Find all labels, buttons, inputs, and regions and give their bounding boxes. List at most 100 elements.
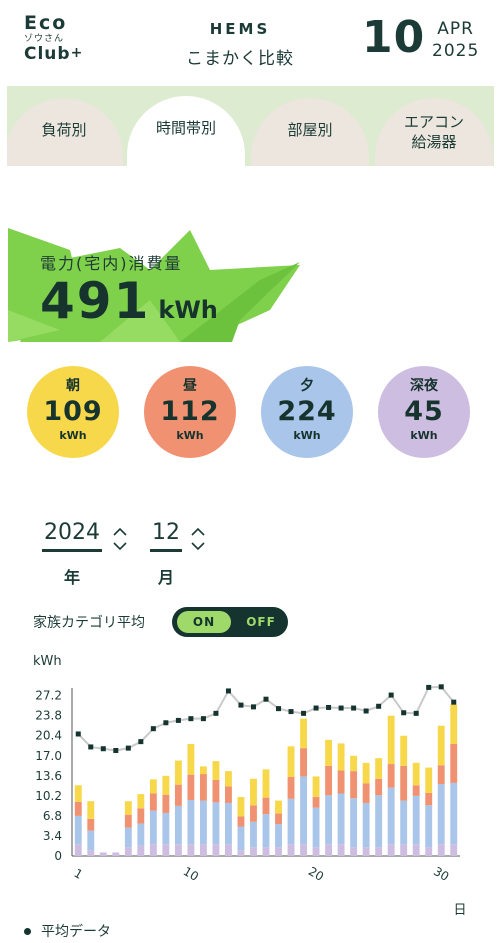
average-point — [113, 747, 119, 753]
average-point — [338, 705, 344, 711]
month-label: 月 — [157, 568, 174, 587]
bar-segment — [325, 844, 333, 856]
x-tick-label: 30 — [431, 864, 451, 884]
ecozousan-club-logo[interactable]: Eco ゾウさん Club+ — [24, 14, 83, 63]
bar-segment — [362, 802, 370, 848]
toggle-on-option[interactable]: ON — [177, 611, 231, 633]
bar-segment — [362, 783, 370, 803]
bar-segment — [137, 845, 145, 856]
average-point — [351, 705, 357, 711]
period-value: 109 — [43, 396, 103, 427]
tab-aircon-label: エアコン 給湯器 — [403, 113, 464, 151]
bar-segment — [174, 805, 182, 845]
bar-segment — [137, 808, 145, 824]
tab-load-label: 負荷別 — [41, 121, 87, 139]
y-tick-label: 23.8 — [35, 709, 62, 723]
period-label: 夕 — [300, 378, 314, 394]
year-label: 年 — [63, 568, 80, 587]
average-point — [451, 699, 457, 705]
bar-segment — [387, 764, 395, 788]
bar-segment — [337, 793, 345, 845]
average-point — [213, 710, 219, 716]
bar-segment — [312, 776, 320, 798]
toggle-off-option[interactable]: OFF — [236, 611, 286, 633]
average-point — [175, 717, 181, 723]
average-point — [376, 703, 382, 709]
bar-segment — [225, 844, 232, 856]
average-point — [276, 706, 282, 712]
x-axis-unit-label: 日 — [453, 903, 466, 918]
bar-segment — [325, 795, 333, 845]
period-unit: kWh — [176, 429, 204, 442]
bar-segment — [437, 725, 445, 766]
bar-segment — [262, 797, 270, 815]
bar-segment — [237, 797, 245, 817]
bar-segment — [312, 847, 320, 856]
year-stepper-icon[interactable] — [112, 526, 128, 552]
energy-value: 491 — [40, 272, 151, 330]
bar-segment — [300, 776, 307, 845]
average-point — [125, 745, 131, 751]
tab-time-of-day[interactable]: 時間帯別 — [127, 96, 245, 166]
bar-segment — [362, 762, 370, 784]
average-point — [225, 688, 231, 694]
y-tick-label: 3.4 — [43, 829, 62, 843]
y-tick-label: 0 — [54, 849, 62, 863]
period-daytime: 昼 112 kWh — [144, 366, 236, 458]
tab-load[interactable]: 負荷別 — [7, 98, 123, 166]
bar-segment — [275, 800, 282, 814]
bar-segment — [287, 777, 295, 799]
bar-segment — [212, 802, 220, 845]
tab-room-label: 部屋別 — [287, 121, 333, 139]
average-point — [426, 684, 432, 690]
bar-segment — [149, 779, 157, 794]
bar-segment — [137, 794, 145, 809]
energy-total: 491 kWh — [40, 272, 218, 330]
bar-segment — [375, 778, 383, 796]
bar-segment — [337, 743, 345, 771]
x-tick-label: 10 — [181, 864, 201, 884]
year-picker[interactable]: 2024 年 — [42, 520, 127, 588]
bar-segment — [450, 782, 458, 845]
bar-segment — [212, 761, 220, 780]
bar-segment — [425, 767, 433, 793]
family-average-label: 家族カテゴリ平均 — [33, 615, 145, 631]
bar-segment — [187, 844, 195, 856]
legend-average-label: 平均データ — [41, 924, 111, 940]
x-tick-label: 20 — [306, 864, 326, 884]
bar-segment — [412, 844, 420, 856]
bar-segment — [124, 814, 132, 828]
period-label: 朝 — [66, 378, 80, 394]
tab-room[interactable]: 部屋別 — [251, 98, 369, 166]
month-picker[interactable]: 12 月 — [150, 520, 205, 588]
bar-segment — [425, 847, 433, 856]
bar-segment — [437, 765, 445, 785]
bar-segment — [350, 847, 358, 856]
bar-segment — [174, 784, 182, 806]
bar-segment — [124, 827, 132, 848]
period-label: 昼 — [183, 378, 197, 394]
tab-aircon-water-heater[interactable]: エアコン 給湯器 — [375, 98, 493, 166]
bar-segment — [174, 844, 182, 856]
y-tick-label: 27.2 — [35, 689, 62, 703]
bar-segment — [199, 800, 207, 845]
bar-segment — [275, 824, 282, 848]
y-tick-label: 17.0 — [35, 749, 62, 763]
bar-segment — [425, 792, 433, 806]
bar-segment — [74, 815, 82, 845]
bar-segment — [350, 771, 358, 799]
bar-segment — [112, 852, 120, 856]
bar-segment — [387, 844, 395, 856]
average-dot-icon — [24, 927, 31, 935]
bar-segment — [162, 794, 170, 813]
month-stepper-icon[interactable] — [190, 526, 206, 552]
period-morning: 朝 109 kWh — [27, 366, 119, 458]
bar-segment — [375, 847, 383, 856]
bar-segment — [250, 778, 257, 806]
bar-segment — [225, 771, 232, 787]
month-value: 12 — [150, 520, 182, 552]
family-average-toggle[interactable]: ON OFF — [172, 607, 288, 637]
period-value: 45 — [404, 396, 444, 427]
bar-segment — [87, 850, 95, 856]
bar-segment — [400, 735, 408, 766]
